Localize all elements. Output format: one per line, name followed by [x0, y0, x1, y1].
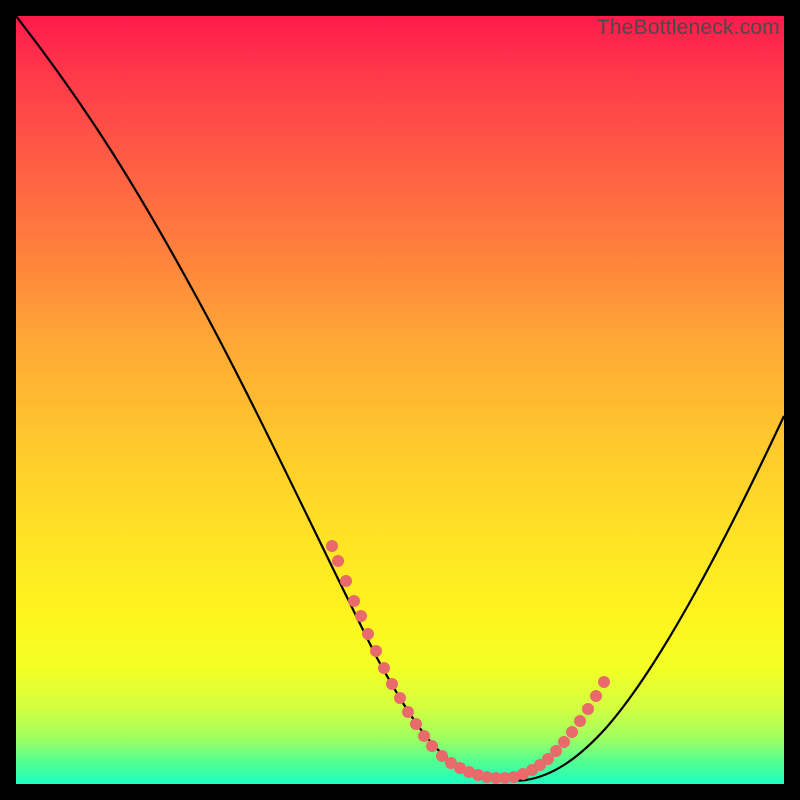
marker-dot: [340, 575, 352, 587]
marker-dot: [402, 706, 414, 718]
marker-dot: [410, 718, 422, 730]
marker-dot: [370, 645, 382, 657]
chart-svg: [16, 16, 784, 784]
marker-dot: [362, 628, 374, 640]
marker-dot: [550, 745, 562, 757]
marker-dot: [355, 610, 367, 622]
marker-dot: [326, 540, 338, 552]
marker-dot: [590, 690, 602, 702]
marker-dot: [582, 703, 594, 715]
marker-dot: [426, 740, 438, 752]
marker-dot: [566, 726, 578, 738]
marker-dot: [574, 715, 586, 727]
bottleneck-curve-path: [16, 16, 784, 781]
marker-group: [326, 540, 610, 784]
marker-dot: [378, 662, 390, 674]
marker-dot: [598, 676, 610, 688]
marker-dot: [418, 730, 430, 742]
marker-dot: [386, 678, 398, 690]
chart-frame: TheBottleneck.com: [8, 8, 792, 792]
marker-dot: [332, 555, 344, 567]
marker-dot: [348, 595, 360, 607]
marker-dot: [558, 736, 570, 748]
plot-area: TheBottleneck.com: [16, 16, 784, 784]
marker-dot: [394, 692, 406, 704]
